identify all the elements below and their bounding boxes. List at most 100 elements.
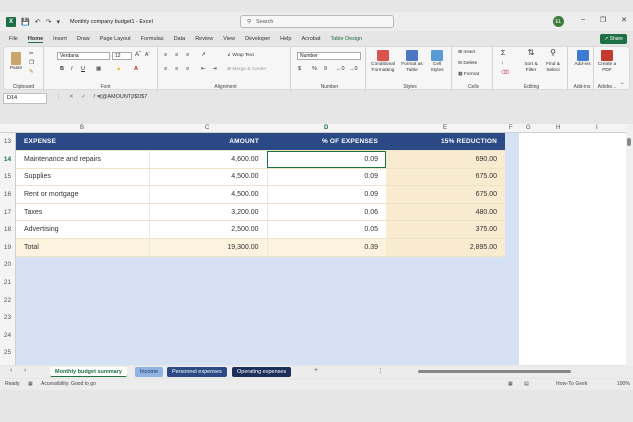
tabs-more-icon[interactable]: ⋮ [377, 367, 384, 375]
tab-file[interactable]: File [9, 36, 18, 42]
prev-sheet-icon[interactable]: ‹ [10, 367, 12, 374]
cell-percent[interactable]: 0.09 [266, 185, 386, 204]
cell-percent-selected[interactable]: 0.09 [266, 150, 386, 169]
number-format-select[interactable]: Number [297, 52, 361, 60]
sheet-tab-personnel[interactable]: Personnel expenses [167, 367, 227, 377]
cell-total-percent[interactable]: 0.39 [266, 238, 386, 257]
cell-amount[interactable]: 3,200.00 [148, 203, 267, 222]
column-header-g[interactable]: G [526, 125, 531, 131]
tab-help[interactable]: Help [280, 36, 291, 42]
tab-acrobat[interactable]: Acrobat [301, 36, 320, 42]
cell-expense[interactable]: Maintenance and repairs [16, 150, 149, 169]
close-icon[interactable]: ✕ [621, 16, 627, 24]
collapse-ribbon-icon[interactable]: ⌄ [620, 80, 625, 86]
font-name-select[interactable]: Verdana [57, 52, 110, 60]
format-as-table-button[interactable]: Format as Table [399, 50, 425, 73]
cell-total-amount[interactable]: 19,300.00 [148, 238, 267, 257]
cell-reduction[interactable]: 675.00 [386, 185, 505, 204]
align-right-icon[interactable]: ≡ [186, 66, 189, 72]
column-header-c[interactable]: C [205, 125, 209, 131]
align-bottom-icon[interactable]: ≡ [186, 52, 189, 58]
sheet-tab-operating[interactable]: Operating expenses [232, 367, 292, 377]
empty-cells-area[interactable] [519, 133, 626, 365]
avatar[interactable]: EL [553, 16, 564, 27]
align-middle-icon[interactable]: ≡ [175, 52, 178, 58]
row-header[interactable]: 17 [0, 203, 15, 221]
font-size-select[interactable]: 12 [112, 52, 132, 60]
column-header-i[interactable]: I [596, 125, 598, 131]
row-header[interactable]: 25 [0, 344, 15, 362]
cut-icon[interactable]: ✂ [29, 51, 34, 57]
decrease-indent-icon[interactable]: ⇤ [201, 66, 206, 72]
column-header-h[interactable]: H [556, 125, 560, 131]
cell-percent[interactable]: 0.09 [266, 168, 386, 187]
row-header[interactable]: 19 [0, 239, 15, 257]
row-header[interactable]: 22 [0, 291, 15, 309]
fill-icon[interactable]: ↓ [501, 60, 504, 66]
row-header[interactable]: 20 [0, 256, 15, 274]
header-amount[interactable]: AMOUNT [149, 133, 267, 152]
bold-icon[interactable]: B [60, 66, 64, 72]
accessibility-status[interactable]: Accessibility: Good to go [41, 381, 96, 387]
delete-cells-button[interactable]: ⊟ Delete [458, 61, 477, 67]
formula-input[interactable]: =[@AMOUNT]/$D$7 [97, 94, 147, 100]
cell-expense[interactable]: Advertising [16, 220, 149, 240]
row-header[interactable]: 23 [0, 309, 15, 327]
cell-reduction[interactable]: 690.00 [386, 150, 505, 169]
cell-total-label[interactable]: Total [16, 238, 149, 257]
undo-icon[interactable]: ↶ [35, 18, 41, 26]
cell-reduction[interactable]: 375.00 [386, 220, 505, 240]
find-select-button[interactable]: ⚲ Find & Select [542, 49, 564, 73]
fill-color-icon[interactable]: ▲ [116, 66, 121, 72]
clear-icon[interactable]: ⌫ [501, 70, 509, 76]
row-header[interactable]: 24 [0, 327, 15, 345]
share-button[interactable]: ↗ Share [600, 34, 627, 44]
column-header-e[interactable]: E [443, 125, 447, 131]
conditional-formatting-button[interactable]: Conditional Formatting [369, 50, 397, 73]
currency-icon[interactable]: $ [298, 66, 301, 72]
header-expense[interactable]: EXPENSE [16, 133, 149, 152]
add-sheet-icon[interactable]: + [314, 367, 318, 374]
zoom-level[interactable]: 100% [617, 381, 630, 387]
minimize-icon[interactable]: – [581, 16, 585, 24]
row-header[interactable]: 18 [0, 221, 15, 239]
create-pdf-button[interactable]: Create a PDF [597, 50, 617, 73]
cell-amount[interactable]: 4,500.00 [148, 185, 267, 204]
insert-cells-button[interactable]: ⊞ Insert [458, 50, 475, 56]
macro-record-icon[interactable]: ▦ [28, 381, 33, 387]
decrease-font-icon[interactable]: Aˇ [145, 52, 150, 58]
tab-data[interactable]: Data [174, 36, 186, 42]
row-header[interactable]: 21 [0, 274, 15, 292]
underline-icon[interactable]: U [81, 66, 85, 72]
restore-icon[interactable]: ❐ [600, 16, 606, 24]
save-icon[interactable]: 💾 [21, 18, 30, 26]
copy-icon[interactable]: ❐ [29, 60, 34, 66]
row-header[interactable]: 14 [0, 151, 15, 169]
normal-view-icon[interactable]: ▦ [508, 381, 513, 387]
name-box[interactable]: D14 [3, 93, 47, 104]
cell-amount[interactable]: 4,600.00 [148, 150, 267, 169]
row-header[interactable]: 15 [0, 168, 15, 186]
tab-table-design[interactable]: Table Design [330, 36, 362, 42]
cell-percent[interactable]: 0.06 [266, 203, 386, 222]
horizontal-scrollbar[interactable] [389, 369, 627, 374]
autosum-icon[interactable]: Σ [501, 50, 505, 57]
vertical-scrollbar[interactable] [626, 124, 633, 366]
tab-insert[interactable]: Insert [53, 36, 67, 42]
cell-expense[interactable]: Taxes [16, 203, 149, 222]
increase-font-icon[interactable]: Aˆ [135, 52, 141, 58]
cell-reduction[interactable]: 675.00 [386, 168, 505, 187]
decrease-decimal-icon[interactable]: →0 [349, 66, 358, 72]
paste-button[interactable]: Paste [8, 52, 24, 72]
orientation-icon[interactable]: ↗ [201, 52, 206, 58]
scroll-thumb[interactable] [627, 138, 631, 146]
cell-amount[interactable]: 2,500.00 [148, 220, 267, 240]
tab-formulas[interactable]: Formulas [141, 36, 164, 42]
italic-icon[interactable]: I [71, 66, 73, 72]
next-sheet-icon[interactable]: › [24, 367, 26, 374]
comma-icon[interactable]: 9 [324, 66, 327, 72]
cell-reduction[interactable]: 480.00 [386, 203, 505, 222]
tab-page-layout[interactable]: Page Layout [100, 36, 131, 42]
customize-toolbar-icon[interactable]: ▾ [56, 18, 60, 26]
format-cells-button[interactable]: ▦ Format [458, 72, 479, 78]
